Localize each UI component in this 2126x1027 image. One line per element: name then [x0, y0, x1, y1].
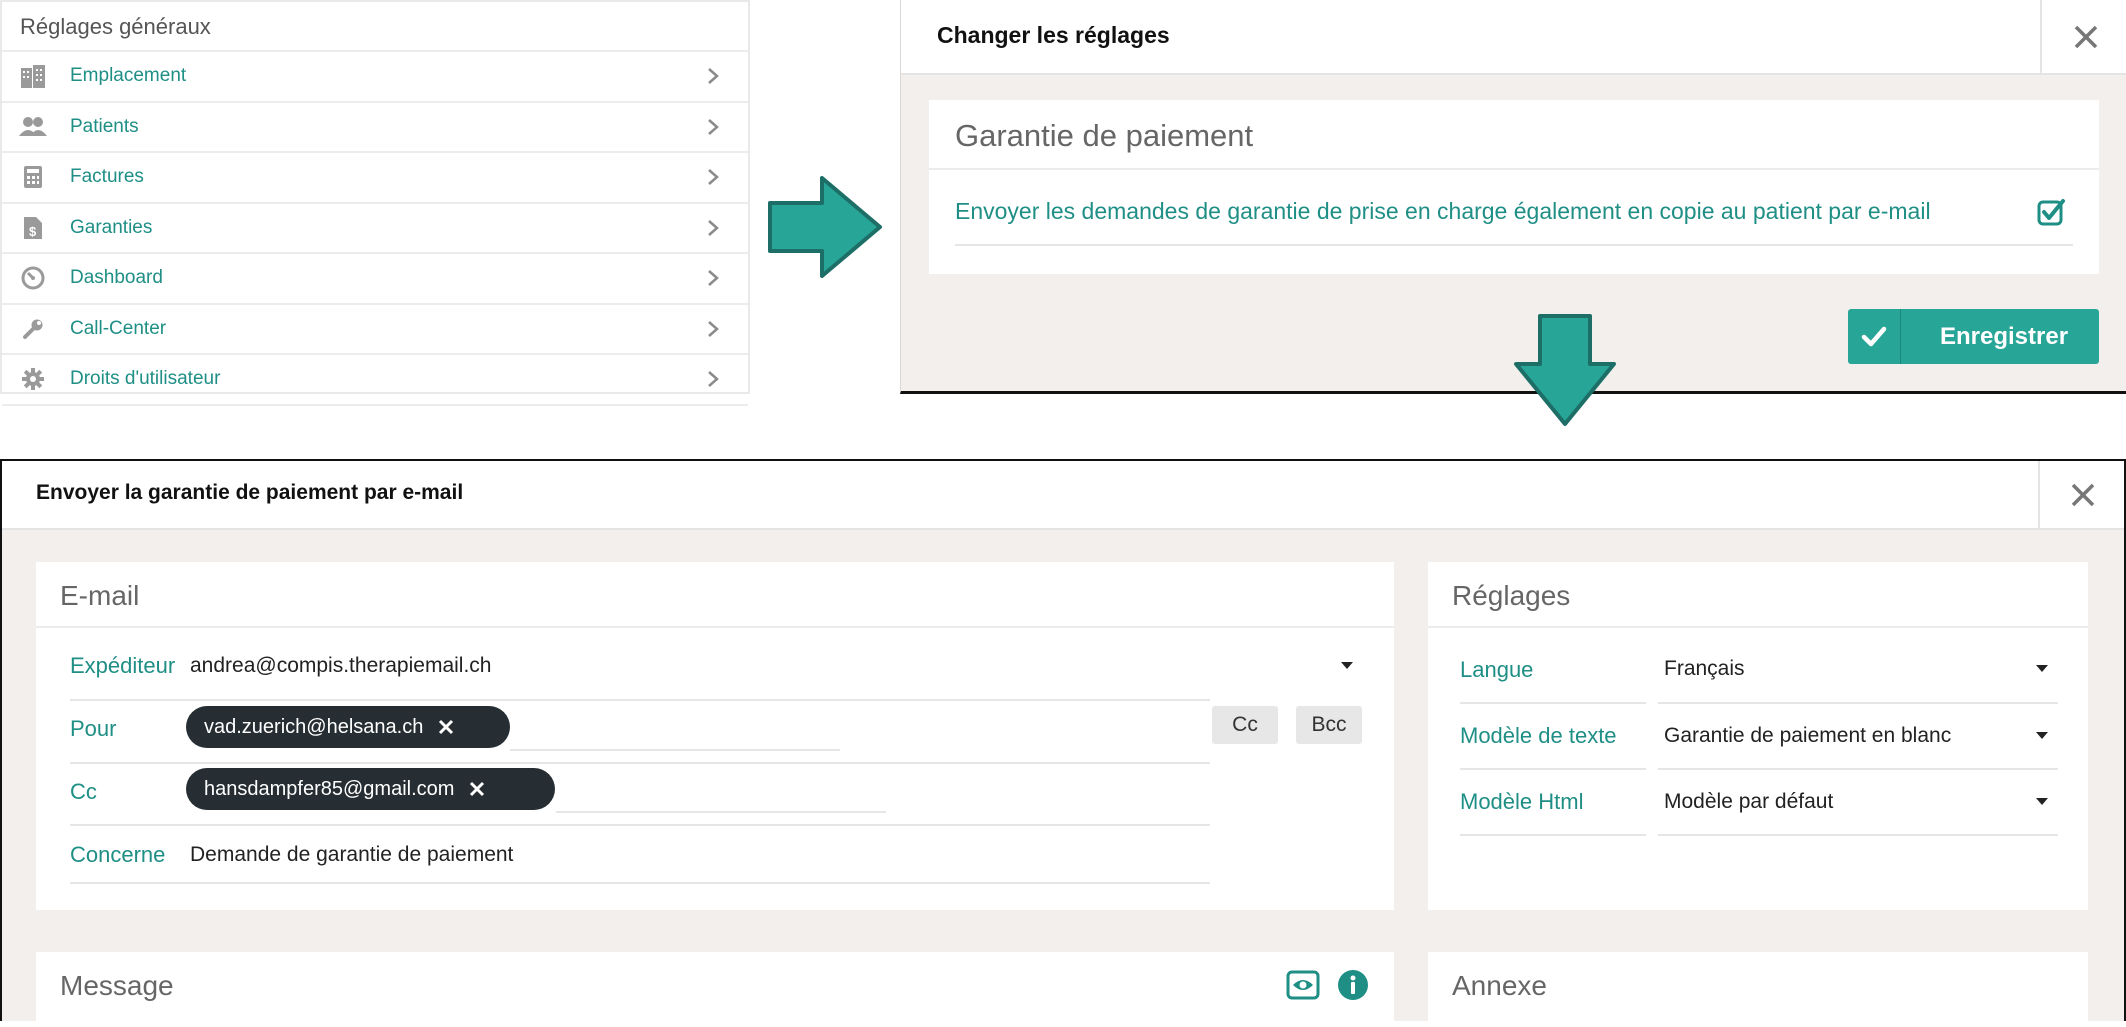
send-email-modal: Envoyer la garantie de paiement par e-ma… — [0, 459, 2126, 1027]
modal-title: Envoyer la garantie de paiement par e-ma… — [36, 481, 464, 504]
recipient-chip[interactable]: vad.zuerich@helsana.ch — [186, 706, 510, 748]
to-input[interactable] — [510, 749, 840, 751]
card-title: Réglages — [1452, 580, 1571, 611]
subject-input[interactable]: Demande de garantie de paiement — [190, 843, 513, 867]
email-settings-card: Réglages Langue Français Modèle de texte… — [1428, 562, 2088, 910]
remove-icon[interactable] — [468, 780, 486, 798]
payment-guarantee-panel: Garantie de paiement Envoyer les demande… — [929, 100, 2099, 274]
divider — [70, 762, 1210, 764]
modal-title-bar: Changer les réglages — [901, 0, 2126, 75]
chevron-right-icon — [708, 118, 719, 135]
calculator-icon — [18, 165, 48, 189]
close-button[interactable] — [2038, 461, 2126, 528]
chevron-right-icon — [708, 320, 719, 337]
language-select[interactable]: Français — [1664, 657, 1745, 681]
chevron-down-icon — [2036, 798, 2048, 805]
chevron-right-icon — [708, 169, 719, 186]
sidebar-item-label: Call-Center — [70, 317, 167, 339]
sidebar-item-label: Droits d'utilisateur — [70, 368, 221, 390]
save-button-label: Enregistrer — [1940, 323, 2069, 350]
html-template-select[interactable]: Modèle par défaut — [1664, 790, 1833, 814]
sidebar-item-label: Dashboard — [70, 267, 163, 289]
sidebar-item-label: Emplacement — [70, 65, 187, 87]
close-button[interactable] — [2040, 0, 2126, 73]
dashboard-icon — [18, 266, 48, 290]
divider — [36, 626, 1394, 628]
chip-label: hansdampfer85@gmail.com — [204, 777, 455, 800]
sidebar-item-dashboard[interactable]: Dashboard — [2, 254, 748, 305]
sidebar-item-label: Patients — [70, 115, 139, 137]
message-card: Message — [36, 952, 1394, 1027]
chevron-right-icon — [708, 371, 719, 388]
email-card: E-mail Expéditeur andrea@compis.therapie… — [36, 562, 1394, 910]
divider — [1460, 702, 1646, 704]
text-template-select[interactable]: Garantie de paiement en blanc — [1664, 724, 1951, 748]
close-icon — [2071, 483, 2095, 506]
sidebar-item-label: Garanties — [70, 216, 153, 238]
gear-icon — [18, 367, 48, 391]
building-icon — [18, 64, 48, 89]
save-button[interactable]: Enregistrer — [1848, 309, 2099, 364]
divider — [1658, 834, 2058, 836]
sidebar-item-call-center[interactable]: Call-Center — [2, 305, 748, 355]
close-icon — [2074, 25, 2097, 48]
bcc-button[interactable]: Bcc — [1296, 706, 1362, 744]
language-label: Langue — [1460, 657, 1534, 682]
divider — [70, 882, 1210, 884]
cc-recipient-chip[interactable]: hansdampfer85@gmail.com — [186, 768, 555, 810]
document-dollar-icon: $ — [18, 216, 48, 240]
divider — [955, 244, 2073, 246]
sidebar-item-label: Factures — [70, 166, 144, 188]
sidebar-item-factures[interactable]: Factures — [2, 153, 748, 204]
sidebar-item-garanties[interactable]: $ Garanties — [2, 204, 748, 254]
divider — [1460, 834, 1646, 836]
panel-title: Garantie de paiement — [955, 118, 1254, 153]
card-title: Annexe — [1452, 970, 1547, 1001]
divider — [1460, 768, 1646, 770]
text-template-label: Modèle de texte — [1460, 723, 1617, 748]
wrench-icon — [18, 317, 48, 341]
settings-list-header: Réglages généraux — [2, 2, 748, 52]
subject-label: Concerne — [70, 842, 166, 867]
chevron-down-icon — [2036, 665, 2048, 672]
general-settings-list: Réglages généraux Emplacement Patients F… — [0, 0, 750, 406]
cc-input[interactable] — [556, 811, 886, 813]
sidebar-item-user-rights[interactable]: Droits d'utilisateur — [2, 355, 748, 406]
remove-icon[interactable] — [437, 718, 455, 736]
divider — [1428, 626, 2088, 628]
divider — [70, 824, 1210, 826]
card-title: Message — [60, 970, 174, 1001]
sidebar-item-emplacement[interactable]: Emplacement — [2, 52, 748, 103]
svg-text:$: $ — [29, 224, 37, 239]
chevron-right-icon — [708, 68, 719, 85]
preview-eye-icon[interactable] — [1286, 970, 1320, 1000]
chevron-down-icon — [1341, 662, 1353, 669]
sender-label: Expéditeur — [70, 653, 176, 678]
to-label: Pour — [70, 716, 117, 741]
check-icon — [1848, 309, 1901, 364]
sender-select[interactable]: andrea@compis.therapiemail.ch — [190, 654, 491, 678]
copy-patient-checkbox[interactable] — [2037, 198, 2065, 226]
modal-title-bar: Envoyer la garantie de paiement par e-ma… — [2, 461, 2124, 530]
divider — [1658, 702, 2058, 704]
html-template-label: Modèle Html — [1460, 789, 1584, 814]
cc-label: Cc — [70, 779, 97, 804]
chevron-down-icon — [2036, 732, 2048, 739]
chevron-right-icon — [708, 270, 719, 287]
modal-title: Changer les réglages — [937, 22, 1170, 48]
sidebar-item-patients[interactable]: Patients — [2, 103, 748, 153]
card-title: E-mail — [60, 580, 140, 611]
arrow-right-icon — [768, 176, 882, 278]
divider — [929, 168, 2099, 170]
divider — [70, 699, 1210, 701]
arrow-down-icon — [1514, 314, 1616, 426]
cc-button[interactable]: Cc — [1212, 706, 1278, 744]
chevron-right-icon — [708, 219, 719, 236]
copy-patient-option-label: Envoyer les demandes de garantie de pris… — [955, 198, 1931, 224]
attachment-card: Annexe — [1428, 952, 2088, 1027]
info-icon[interactable] — [1336, 968, 1370, 1002]
users-icon — [18, 115, 48, 139]
chip-label: vad.zuerich@helsana.ch — [204, 715, 424, 738]
divider — [1658, 768, 2058, 770]
